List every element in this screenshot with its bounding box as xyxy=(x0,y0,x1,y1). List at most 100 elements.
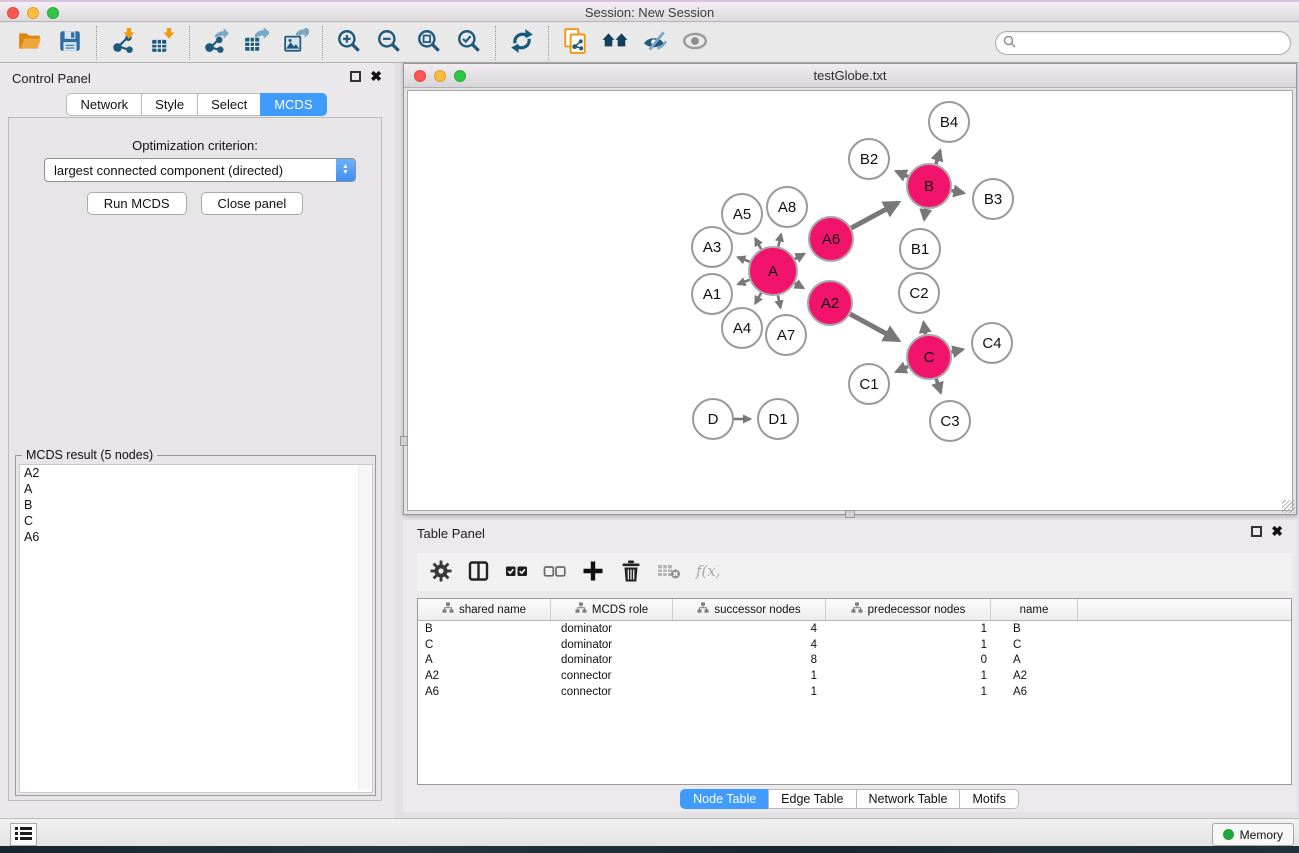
zoom-out-button[interactable] xyxy=(369,25,409,61)
edge-B-B4[interactable] xyxy=(936,151,940,164)
table-cell[interactable]: 1 xyxy=(826,686,991,698)
node-D1[interactable]: D1 xyxy=(758,399,798,439)
open-session-button[interactable] xyxy=(10,25,50,61)
column-visibility-button[interactable] xyxy=(462,556,496,588)
refresh-button[interactable] xyxy=(502,25,542,61)
node-A4[interactable]: A4 xyxy=(722,308,762,348)
copy-network-button[interactable] xyxy=(555,25,595,61)
node-B1[interactable]: B1 xyxy=(900,229,940,269)
table-row[interactable]: A6connector11A6 xyxy=(418,684,1291,700)
edge-C-C3[interactable] xyxy=(936,379,941,393)
edge-A-A5[interactable] xyxy=(755,238,761,249)
table-cell[interactable]: 1 xyxy=(673,670,826,682)
table-cell[interactable]: A2 xyxy=(991,670,1078,682)
mcds-result-item[interactable]: B xyxy=(20,497,372,513)
edge-B-B3[interactable] xyxy=(952,191,964,193)
table-cell[interactable]: A6 xyxy=(418,686,551,698)
mcds-result-list[interactable]: A2ABCA6 xyxy=(19,464,373,793)
zoom-selected-button[interactable] xyxy=(449,25,489,61)
table-cell[interactable]: 4 xyxy=(673,623,826,635)
show-overview-button[interactable] xyxy=(675,25,715,61)
node-A1[interactable]: A1 xyxy=(692,274,732,314)
node-B3[interactable]: B3 xyxy=(973,179,1013,219)
import-table-button[interactable] xyxy=(143,25,183,61)
edge-A-A7[interactable] xyxy=(778,295,781,307)
tab-mcds[interactable]: MCDS xyxy=(260,93,326,116)
node-A6[interactable]: A6 xyxy=(809,217,853,261)
edge-C-C1[interactable] xyxy=(896,366,908,371)
run-mcds-button[interactable]: Run MCDS xyxy=(87,192,187,215)
node-C4[interactable]: C4 xyxy=(972,323,1012,363)
table-cell[interactable]: A xyxy=(991,654,1078,666)
left-edge-handle[interactable] xyxy=(400,436,408,446)
table-cell[interactable]: C xyxy=(991,639,1078,651)
add-column-button[interactable] xyxy=(576,556,610,588)
float-table-panel-icon[interactable] xyxy=(1251,526,1262,537)
column-header-mcds-role[interactable]: MCDS role xyxy=(551,599,673,620)
export-table-button[interactable] xyxy=(236,25,276,61)
edge-C-C4[interactable] xyxy=(951,349,962,352)
table-cell[interactable]: B xyxy=(418,623,551,635)
node-A3[interactable]: A3 xyxy=(692,227,732,267)
delete-column-button[interactable] xyxy=(614,556,648,588)
table-row[interactable]: A2connector11A2 xyxy=(418,668,1291,684)
node-B4[interactable]: B4 xyxy=(929,102,969,142)
table-cell[interactable]: 4 xyxy=(673,639,826,651)
close-table-panel-icon[interactable]: ✖ xyxy=(1271,526,1283,537)
table-cell[interactable]: B xyxy=(991,623,1078,635)
edge-A-A6[interactable] xyxy=(795,254,804,259)
close-panel-icon[interactable]: ✖ xyxy=(370,71,382,82)
tab-network[interactable]: Network xyxy=(66,93,142,116)
table-cell[interactable]: dominator xyxy=(551,623,673,635)
node-B[interactable]: B xyxy=(907,164,951,208)
edge-B-B1[interactable] xyxy=(924,209,926,220)
node-C[interactable]: C xyxy=(907,335,951,379)
table-row[interactable]: Bdominator41B xyxy=(418,621,1291,637)
criterion-dropdown[interactable]: largest connected component (directed) ▲… xyxy=(44,158,356,182)
node-C3[interactable]: C3 xyxy=(930,401,970,441)
table-cell[interactable]: A2 xyxy=(418,670,551,682)
tab-network-table[interactable]: Network Table xyxy=(856,789,961,809)
import-network-button[interactable] xyxy=(103,25,143,61)
node-B2[interactable]: B2 xyxy=(849,139,889,179)
table-cell[interactable]: 1 xyxy=(826,670,991,682)
tab-select[interactable]: Select xyxy=(197,93,261,116)
close-panel-button[interactable]: Close panel xyxy=(201,192,304,215)
edge-A-A1[interactable] xyxy=(738,280,750,284)
float-panel-icon[interactable] xyxy=(350,71,361,82)
edge-A-A2[interactable] xyxy=(795,283,804,288)
zoom-in-button[interactable] xyxy=(329,25,369,61)
home-view-button[interactable] xyxy=(595,25,635,61)
node-A7[interactable]: A7 xyxy=(766,315,806,355)
save-session-button[interactable] xyxy=(50,25,90,61)
mcds-result-item[interactable]: A xyxy=(20,481,372,497)
export-image-button[interactable] xyxy=(276,25,316,61)
table-cell[interactable]: 1 xyxy=(673,686,826,698)
table-row[interactable]: Adominator80A xyxy=(418,652,1291,668)
column-header-name[interactable]: name xyxy=(991,599,1078,620)
table-settings-button[interactable] xyxy=(424,556,458,588)
network-canvas[interactable]: B4B2BB3A5A8A6A3B1AA1C2A2A4A7C4CC1C3DD1 xyxy=(407,90,1293,511)
edge-C-C2[interactable] xyxy=(924,323,926,335)
tab-edge-table[interactable]: Edge Table xyxy=(768,789,856,809)
node-C1[interactable]: C1 xyxy=(849,364,889,404)
edge-A-A8[interactable] xyxy=(778,234,781,246)
tab-style[interactable]: Style xyxy=(141,93,198,116)
mcds-result-item[interactable]: C xyxy=(20,513,372,529)
edge-A-A4[interactable] xyxy=(755,293,761,304)
table-row[interactable]: Cdominator41C xyxy=(418,637,1291,653)
export-network-button[interactable] xyxy=(196,25,236,61)
table-cell[interactable]: 1 xyxy=(826,639,991,651)
task-history-button[interactable] xyxy=(10,823,37,846)
result-list-scrollbar[interactable] xyxy=(358,465,371,790)
search-box[interactable] xyxy=(995,31,1291,55)
table-cell[interactable]: connector xyxy=(551,670,673,682)
node-D[interactable]: D xyxy=(693,399,733,439)
column-header-predecessor-nodes[interactable]: predecessor nodes xyxy=(826,599,991,620)
node-A[interactable]: A xyxy=(749,247,797,295)
resize-grip[interactable] xyxy=(1282,500,1295,513)
table-cell[interactable]: dominator xyxy=(551,639,673,651)
table-cell[interactable]: A6 xyxy=(991,686,1078,698)
edge-B-B2[interactable] xyxy=(896,171,908,176)
table-cell[interactable]: C xyxy=(418,639,551,651)
